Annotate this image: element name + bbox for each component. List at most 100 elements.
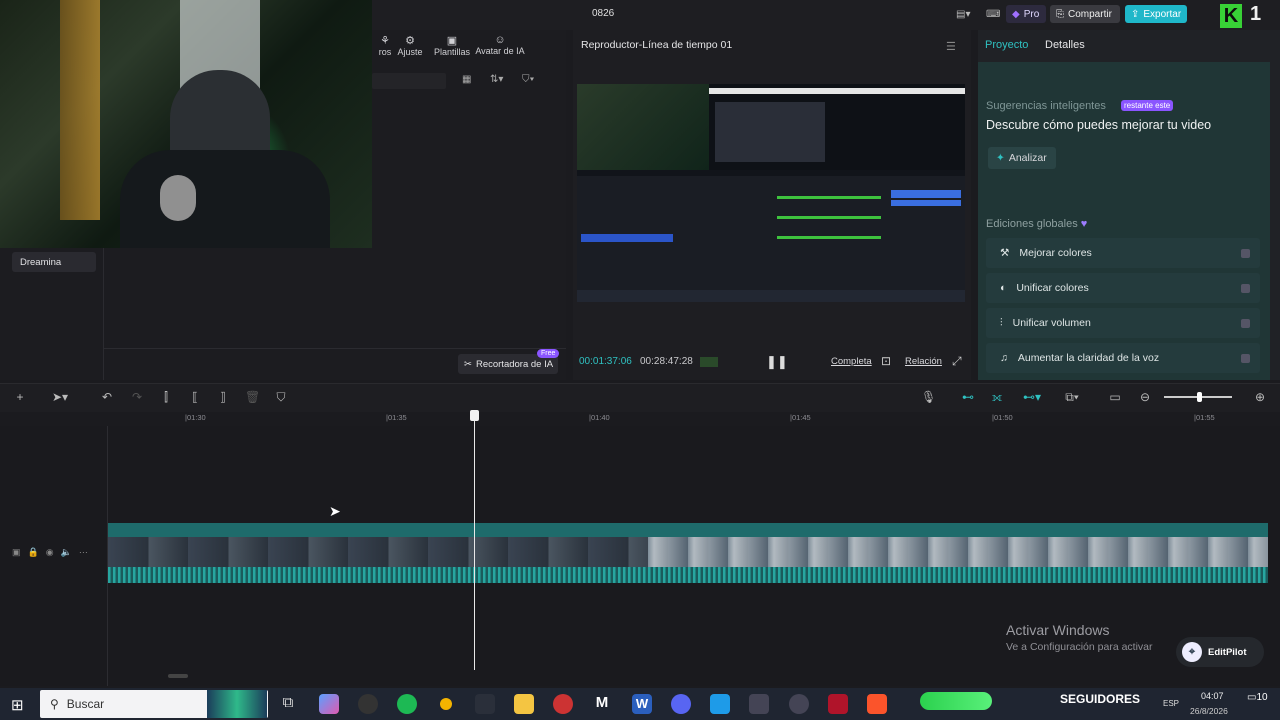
copilot-icon[interactable] xyxy=(319,694,339,714)
delete-icon[interactable]: 🗑 xyxy=(245,390,260,404)
tick-label: |01:55 xyxy=(1194,413,1215,422)
undo-icon[interactable]: ↶ xyxy=(100,390,114,404)
export-button[interactable]: ⇪ Exportar xyxy=(1125,5,1187,23)
complete-button[interactable]: Completa xyxy=(831,356,872,367)
snap-icon[interactable]: ⟗ xyxy=(989,390,1005,404)
security-icon[interactable] xyxy=(475,694,495,714)
link-icon[interactable]: ⊷ xyxy=(960,390,976,404)
edit-enhance-colors[interactable]: ⚒ Mejorar colores xyxy=(986,238,1260,268)
fullscreen-icon[interactable]: ⤢ xyxy=(952,354,962,369)
ai-cutout-label: Recortadora de IA xyxy=(475,358,554,370)
lock-icon[interactable]: 🔒 xyxy=(28,547,46,557)
discord-icon[interactable] xyxy=(671,694,691,714)
playhead-handle[interactable] xyxy=(470,410,479,421)
clock-time[interactable]: 04:07 xyxy=(1201,691,1224,701)
toggle[interactable] xyxy=(1241,248,1250,258)
edit-unify-colors[interactable]: ◐ Unificar colores xyxy=(986,273,1260,303)
fit-icon[interactable]: ⊡ xyxy=(881,354,891,368)
time-ruler[interactable] xyxy=(108,410,1280,426)
share-icon: ⎘ xyxy=(1056,8,1064,20)
tick-label: |01:35 xyxy=(386,413,407,422)
sparkle-icon: ✦ xyxy=(996,152,1005,164)
ratio-button[interactable]: Relación xyxy=(905,356,942,367)
eye-icon[interactable]: ◉ xyxy=(46,547,61,557)
keyboard-icon[interactable]: ⌨ xyxy=(980,5,1002,23)
edit-voice-clarity[interactable]: ♫ Aumentar la claridad de la voz xyxy=(986,343,1260,373)
edit-label: Aumentar la claridad de la voz xyxy=(1017,352,1160,364)
mic-icon[interactable]: 🎙 xyxy=(921,390,936,404)
sidebar-item-dreamina[interactable]: Dreamina xyxy=(12,252,96,272)
m-app-icon[interactable]: M xyxy=(592,694,612,714)
split-icon[interactable]: ⫿ xyxy=(159,390,173,404)
video-clip[interactable] xyxy=(108,523,1268,583)
more-icon[interactable]: ⋯ xyxy=(79,547,95,557)
select-tool-icon[interactable]: ➤▾ xyxy=(46,390,74,404)
calculator-icon[interactable] xyxy=(749,694,769,714)
tick-label: |01:45 xyxy=(790,413,811,422)
pro-button[interactable]: ◆ Pro xyxy=(1006,5,1046,23)
magnet-icon[interactable]: ⊷▾ xyxy=(1017,390,1047,404)
analyze-button[interactable]: ✦ Analizar xyxy=(988,147,1056,169)
file-explorer-icon[interactable] xyxy=(514,694,534,714)
media-player-icon[interactable] xyxy=(553,694,573,714)
search-placeholder: Buscar xyxy=(66,697,105,711)
divider xyxy=(104,348,566,349)
pause-icon[interactable]: ❚❚ xyxy=(766,354,788,370)
redo-icon[interactable]: ↷ xyxy=(130,390,144,404)
tab-label: Avatar de IA xyxy=(475,46,525,56)
brave-icon[interactable] xyxy=(867,694,887,714)
layout-icon[interactable]: ▤▾ xyxy=(950,5,976,23)
clock-date[interactable]: 26/8/2026 xyxy=(1190,706,1228,716)
preview-toggle-icon[interactable]: ⧉▾ xyxy=(1058,390,1086,404)
language-indicator[interactable]: ESP xyxy=(1163,699,1179,708)
pro-label: Pro xyxy=(1023,8,1040,20)
chrome-icon[interactable] xyxy=(440,698,452,710)
diamond-icon: ◆ xyxy=(1012,8,1020,20)
video-preview[interactable] xyxy=(577,84,965,302)
tab-ai-avatar[interactable]: ☺ Avatar de IA xyxy=(470,34,530,56)
trim-left-icon[interactable]: ⟦ xyxy=(188,390,202,404)
search-input[interactable] xyxy=(372,73,446,89)
volume-icon[interactable]: 🔈 xyxy=(61,547,79,557)
edit-unify-volume[interactable]: ⫶ Unificar volumen xyxy=(986,308,1260,338)
shield-icon[interactable]: ⛉ xyxy=(274,390,288,404)
zoom-in-icon[interactable]: ⊕ xyxy=(1253,390,1267,404)
word-icon[interactable]: W xyxy=(632,694,652,714)
trim-right-icon[interactable]: ⟧ xyxy=(216,390,230,404)
toggle[interactable] xyxy=(1241,283,1250,293)
spotify-icon[interactable] xyxy=(397,694,417,714)
screen-icon[interactable]: ▭ xyxy=(1108,390,1122,404)
zoom-slider-handle[interactable] xyxy=(1197,392,1202,402)
editpilot-label: EditPilot xyxy=(1208,646,1247,658)
windows-start-icon[interactable]: ⊞ xyxy=(11,696,24,714)
add-track-icon[interactable]: + xyxy=(13,390,27,404)
toggle[interactable] xyxy=(1241,353,1250,363)
export-icon: ⇪ xyxy=(1131,8,1140,20)
share-button[interactable]: ⎘ Compartir xyxy=(1050,5,1120,23)
playhead[interactable] xyxy=(474,412,475,670)
player-title: Reproductor-Línea de tiempo 01 xyxy=(581,39,733,51)
app-icon[interactable] xyxy=(789,694,809,714)
menu-icon[interactable]: ☰ xyxy=(946,40,956,53)
grid-view-icon[interactable]: ▦ xyxy=(462,74,471,85)
tab-details[interactable]: Detalles xyxy=(1045,39,1085,51)
smart-badge: restante este xyxy=(1121,100,1174,111)
magic-wand-icon: ⚒ xyxy=(1000,247,1010,259)
filter-funnel-icon[interactable]: ⛉▾ xyxy=(522,74,534,85)
track-thumb-icon[interactable]: ▣ xyxy=(12,547,28,557)
obs-icon[interactable] xyxy=(358,694,378,714)
task-view-icon[interactable]: ⧉ xyxy=(278,694,298,714)
capcut-icon[interactable] xyxy=(828,694,848,714)
editpilot-button[interactable]: ⌖ EditPilot xyxy=(1176,637,1264,667)
zoom-out-icon[interactable]: ⊖ xyxy=(1138,390,1152,404)
tick-label: |01:30 xyxy=(185,413,206,422)
sort-icon[interactable]: ⇅▾ xyxy=(490,74,503,85)
notification-icon[interactable]: ▭10 xyxy=(1247,692,1268,703)
audio-meter xyxy=(700,357,718,367)
tab-project[interactable]: Proyecto xyxy=(985,39,1028,51)
store-icon[interactable] xyxy=(710,694,730,714)
edit-label: Unificar volumen xyxy=(1012,317,1091,329)
horizontal-scrollbar[interactable] xyxy=(168,674,188,678)
toggle[interactable] xyxy=(1241,318,1250,328)
activate-windows-title: Activar Windows xyxy=(1006,622,1110,638)
